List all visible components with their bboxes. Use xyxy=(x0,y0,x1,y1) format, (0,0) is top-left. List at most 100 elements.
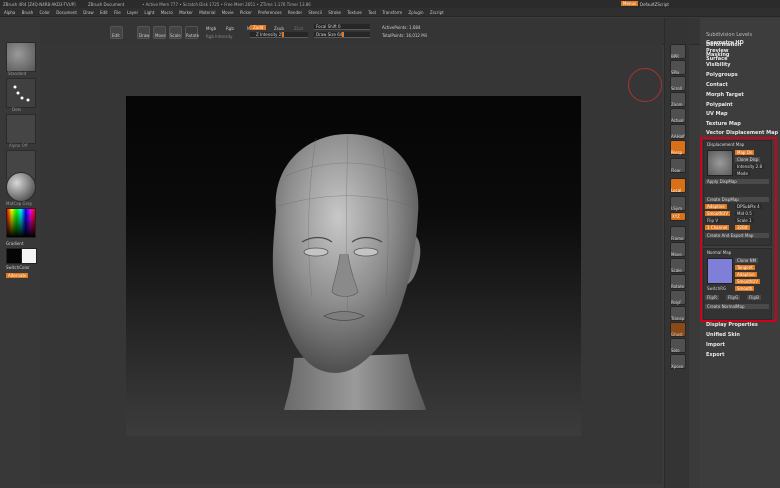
menu-texture[interactable]: Texture xyxy=(347,10,362,15)
menu-stencil[interactable]: Stencil xyxy=(308,10,322,15)
tray-display-properties[interactable]: Display Properties xyxy=(706,322,758,328)
menu-light[interactable]: Light xyxy=(144,10,154,15)
menu-material[interactable]: Material xyxy=(199,10,215,15)
tray-deformation[interactable]: Deformation xyxy=(706,42,741,48)
menu-draw[interactable]: Draw xyxy=(83,10,93,15)
z-intensity-slider[interactable]: Z Intensity 25 xyxy=(250,32,308,38)
menu-color[interactable]: Color xyxy=(39,10,49,15)
lsym-button[interactable]: LSym xyxy=(670,196,686,211)
gradient-label[interactable]: Gradient xyxy=(6,241,23,246)
draw-size-slider[interactable]: Draw Size 64 xyxy=(314,32,370,38)
mrgb-button[interactable]: Mrgb xyxy=(206,26,216,31)
total-points: TotalPoints: 16,012 Mil xyxy=(382,33,427,38)
spix-button[interactable]: SPix xyxy=(670,60,686,75)
tray-import[interactable]: Import xyxy=(706,342,725,348)
xyz-button[interactable]: XYZ xyxy=(670,212,686,221)
document-title: ZBrush Document xyxy=(88,2,125,7)
draw-button[interactable]: Draw xyxy=(137,26,150,39)
tray-export[interactable]: Export xyxy=(706,352,725,358)
zoom-button[interactable]: Zoom xyxy=(670,92,686,107)
menu-zscript[interactable]: Zscript xyxy=(430,10,444,15)
menu-layer[interactable]: Layer xyxy=(127,10,138,15)
ghost-button[interactable]: Ghost xyxy=(670,322,686,337)
edit-button[interactable]: Edit xyxy=(110,26,123,39)
zadd-button[interactable]: Zadd xyxy=(250,25,267,30)
frame-button[interactable]: Frame xyxy=(670,226,686,241)
tray-visibility[interactable]: Visibility xyxy=(706,62,731,68)
app-title: ZBrush 4R4 [Z4Q-N4R8-AKD3-TVUP] xyxy=(3,2,76,7)
top-toolbar: Projection Master Edit Draw Move Scale R… xyxy=(0,18,780,45)
zsub-button[interactable]: Zsub xyxy=(274,26,284,31)
left-eye xyxy=(303,247,329,257)
secondary-color-swatch[interactable] xyxy=(21,248,37,264)
head-model xyxy=(272,133,426,410)
menus-button[interactable]: Menus xyxy=(621,1,639,6)
left-panel: Standard Dots Alpha Off Texture Off MatC… xyxy=(0,18,40,488)
main-color-swatch[interactable] xyxy=(6,248,22,264)
color-picker[interactable] xyxy=(6,208,36,238)
scroll-button[interactable]: Scroll xyxy=(670,76,686,91)
persp-button[interactable]: Persp xyxy=(670,140,686,155)
navigation-circle[interactable] xyxy=(628,68,662,102)
rgb-intensity-label: Rgb Intensity xyxy=(206,34,233,39)
right-shelf: BPR SPix Scroll Zoom Actual AAHalf Persp… xyxy=(664,18,689,488)
menu-tool[interactable]: Tool xyxy=(368,10,376,15)
dots-stroke-icon xyxy=(13,85,30,102)
menu-bar: Alpha Brush Color Document Draw Edit Fil… xyxy=(0,8,780,17)
tray-polypaint[interactable]: Polypaint xyxy=(706,102,733,108)
stroke-label: Dots xyxy=(12,107,22,112)
focal-shift-slider[interactable]: Focal Shift 0 xyxy=(314,24,370,30)
aahalf-button[interactable]: AAHalf xyxy=(670,124,686,139)
alternate-button[interactable]: Alternate xyxy=(6,273,29,278)
right-eye xyxy=(353,247,379,257)
rgb-button[interactable]: Rgb xyxy=(226,26,234,31)
brush-thumbnail[interactable] xyxy=(6,42,36,72)
floor-button[interactable]: Floor xyxy=(670,158,686,173)
menu-brush[interactable]: Brush xyxy=(22,10,34,15)
menu-file[interactable]: File xyxy=(114,10,121,15)
move-button[interactable]: Move xyxy=(153,26,166,39)
menu-edit[interactable]: Edit xyxy=(100,10,108,15)
menu-marker[interactable]: Marker xyxy=(179,10,193,15)
scale-button[interactable]: Scale xyxy=(169,26,182,39)
tray-contact[interactable]: Contact xyxy=(706,82,728,88)
menu-picker[interactable]: Picker xyxy=(240,10,252,15)
menu-stroke[interactable]: Stroke xyxy=(328,10,341,15)
material-thumbnail[interactable] xyxy=(6,172,36,202)
menu-macro[interactable]: Macro xyxy=(161,10,173,15)
transp-button[interactable]: Transp xyxy=(670,306,686,321)
menu-render[interactable]: Render xyxy=(288,10,302,15)
polyf-button[interactable]: PolyF xyxy=(670,290,686,305)
tray-polygroups[interactable]: Polygroups xyxy=(706,72,738,78)
tray-texture-map[interactable]: Texture Map xyxy=(706,121,741,127)
rotate-view-button[interactable]: Rotate xyxy=(670,274,686,289)
menu-document[interactable]: Document xyxy=(56,10,77,15)
material-label: MatCap Gray xyxy=(6,201,33,206)
stroke-thumbnail[interactable] xyxy=(6,78,36,108)
solo-button[interactable]: Solo xyxy=(670,338,686,353)
switch-color-button[interactable]: SwitchColor xyxy=(6,265,30,270)
scale-view-button[interactable]: Scale xyxy=(670,258,686,273)
local-button[interactable]: Local xyxy=(670,178,686,193)
actual-button[interactable]: Actual xyxy=(670,108,686,123)
tray-uv-map[interactable]: UV Map xyxy=(706,111,728,117)
alpha-thumbnail[interactable] xyxy=(6,114,36,144)
default-zscript[interactable]: DefaultZScript xyxy=(640,2,669,7)
viewport[interactable] xyxy=(126,96,581,436)
xpose-button[interactable]: Xpose xyxy=(670,354,686,369)
tray-morph-target[interactable]: Morph Target xyxy=(706,92,744,98)
menu-transform[interactable]: Transform xyxy=(382,10,402,15)
tray-vector-displacement-map[interactable]: Vector Displacement Map xyxy=(706,130,778,136)
rotate-button[interactable]: Rotate xyxy=(185,26,199,39)
tray-subdivision[interactable]: Subdivision Levels xyxy=(706,32,752,38)
tray-unified-skin[interactable]: Unified Skin xyxy=(706,332,740,338)
tray-masking[interactable]: Masking xyxy=(706,52,730,58)
move-view-button[interactable]: Move xyxy=(670,242,686,257)
alpha-label: Alpha Off xyxy=(9,143,28,148)
menu-movie[interactable]: Movie xyxy=(222,10,234,15)
zcut-button[interactable]: Zcut xyxy=(294,26,303,31)
menu-alpha[interactable]: Alpha xyxy=(4,10,15,15)
menu-preferences[interactable]: Preferences xyxy=(258,10,282,15)
bpr-button[interactable]: BPR xyxy=(670,44,686,59)
menu-zplugin[interactable]: Zplugin xyxy=(408,10,423,15)
